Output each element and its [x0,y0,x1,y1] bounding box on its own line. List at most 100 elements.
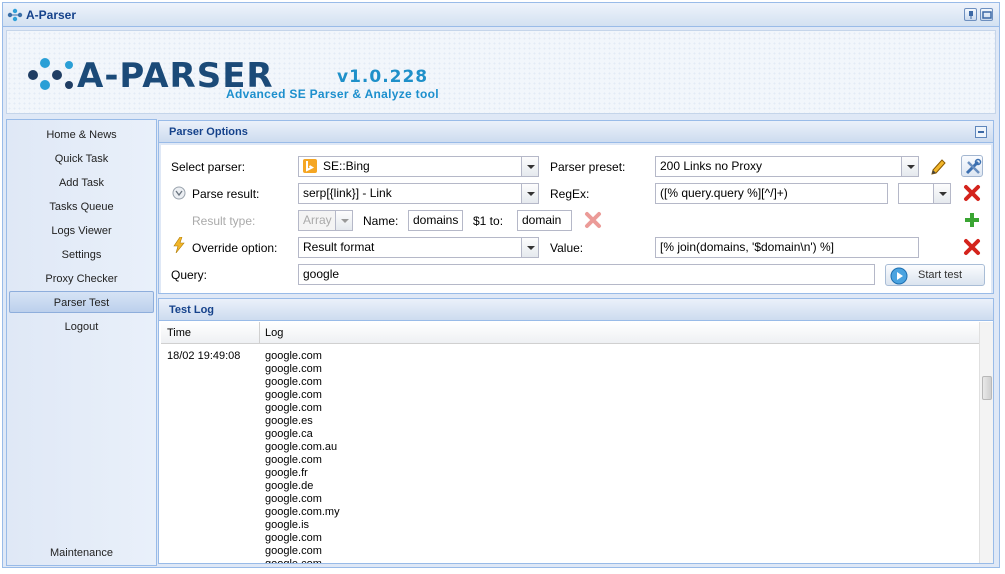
chevron-down-icon[interactable] [521,157,538,176]
delete-x-icon [964,185,980,201]
sidebar-item-quick-task[interactable]: Quick Task [9,148,154,170]
log-scrollbar[interactable] [979,322,993,563]
log-line: google.com [265,389,322,401]
edit-preset-button[interactable] [928,155,950,177]
app-header: A-PARSER v1.0.228 Advanced SE Parser & A… [6,30,996,114]
override-option-combo[interactable]: Result format [298,237,539,258]
log-line: google.com.my [265,506,340,518]
log-line: google.fr [265,467,308,479]
value-label: Value: [550,241,584,255]
tools-icon [965,158,982,175]
chevron-down-icon[interactable] [901,157,918,176]
app-subtitle: Advanced SE Parser & Analyze tool [226,87,439,101]
log-line: google.com.au [265,441,338,453]
sidebar-item-add-task[interactable]: Add Task [9,172,154,194]
select-parser-combo[interactable]: SE::Bing [298,156,539,177]
log-line: google.es [265,415,313,427]
log-time-cell: 18/02 19:49:08 [167,350,241,362]
name-input[interactable]: domains [408,210,463,231]
regex-label: RegEx: [550,187,590,201]
override-option-label: Override option: [192,241,278,255]
parser-options-panel: Parser Options Select parser: SE::Bing P… [158,120,994,294]
parser-options-form: Select parser: SE::Bing Parser preset: 2… [161,145,991,293]
log-line: google.ca [265,428,313,440]
parse-result-value: serp[{link}] - Link [303,186,392,200]
override-option-value: Result format [303,240,375,254]
test-log-header: Test Log [159,299,993,321]
select-parser-value: SE::Bing [323,159,370,173]
log-line: google.com [265,402,322,414]
pencil-icon [931,159,946,175]
parser-options-header: Parser Options [159,121,993,143]
maximize-icon[interactable] [980,8,993,21]
log-line: google.com [265,493,322,505]
bing-icon [303,159,317,173]
delete-x-icon [585,212,601,228]
parse-result-icon [172,186,186,200]
chevron-down-icon[interactable] [335,211,352,230]
col-log-header[interactable]: Log [265,327,283,339]
log-line: google.com [265,532,322,544]
sidebar-item-settings[interactable]: Settings [9,244,154,266]
app-logo-icon [7,8,23,22]
window-titlebar: A-Parser [3,3,999,27]
log-line: google.com [265,558,322,564]
log-line: google.de [265,480,314,492]
sidebar-item-home-news[interactable]: Home & News [9,124,154,146]
log-line: google.com [265,376,322,388]
parser-preset-label: Parser preset: [550,160,626,174]
sidebar-nav: Home & News Quick Task Add Task Tasks Qu… [6,119,157,566]
start-test-label: Start test [918,269,963,281]
test-log-title: Test Log [169,304,215,316]
remove-result-button[interactable] [582,209,604,231]
remove-override-button[interactable] [961,236,983,258]
result-type-combo[interactable]: Array [298,210,353,231]
select-parser-label: Select parser: [171,160,246,174]
pin-icon[interactable] [964,8,977,21]
dollar1-to-label: $1 to: [473,214,504,228]
log-column-headers: Time Log [161,322,979,344]
plus-icon [965,213,979,227]
window-title: A-Parser [26,8,77,22]
result-type-label: Result type: [192,214,256,228]
parser-preset-combo[interactable]: 200 Links no Proxy [655,156,919,177]
dollar1-to-input[interactable]: domain [517,210,572,231]
regex-input[interactable]: ([% query.query %][^/]+) [655,183,888,204]
sidebar-item-tasks-queue[interactable]: Tasks Queue [9,196,154,218]
scrollbar-thumb[interactable] [982,376,992,400]
log-line: google.com [265,350,322,362]
sidebar-item-logout[interactable]: Logout [9,316,154,338]
preset-settings-button[interactable] [961,155,983,177]
log-line: google.com [265,545,322,557]
log-line: google.com [265,454,322,466]
test-log-panel: Test Log Time Log 18/02 19:49:08 google.… [158,298,994,564]
app-version: v1.0.228 [337,67,429,87]
log-lines: google.com google.com google.com google.com… [265,350,340,564]
name-label: Name: [363,214,399,228]
start-test-button[interactable]: Start test [885,264,985,286]
chevron-down-icon[interactable] [521,184,538,203]
sidebar-item-parser-test[interactable]: Parser Test [9,291,154,313]
parse-result-label: Parse result: [192,187,260,201]
remove-regex-button[interactable] [961,182,983,204]
chevron-down-icon[interactable] [521,238,538,257]
log-line: google.is [265,519,310,531]
log-line: google.com [265,363,322,375]
sidebar-item-logs-viewer[interactable]: Logs Viewer [9,220,154,242]
add-button[interactable] [961,209,983,231]
query-label: Query: [171,268,208,282]
col-time-header[interactable]: Time [167,327,191,339]
collapse-icon[interactable] [975,126,987,138]
parser-preset-value: 200 Links no Proxy [660,159,763,173]
regex-flags-combo[interactable] [898,183,951,204]
query-input[interactable]: google [298,264,875,285]
override-value-input[interactable]: [% join(domains, '$domain\n') %] [655,237,919,258]
parse-result-combo[interactable]: serp[{link}] - Link [298,183,539,204]
sidebar-item-maintenance[interactable]: Maintenance [9,542,154,564]
delete-x-icon [964,239,980,255]
sidebar-item-proxy-checker[interactable]: Proxy Checker [9,268,154,290]
result-type-value: Array [303,213,332,227]
chevron-down-icon[interactable] [933,184,950,203]
play-icon [890,267,908,285]
parser-options-title: Parser Options [169,126,248,138]
